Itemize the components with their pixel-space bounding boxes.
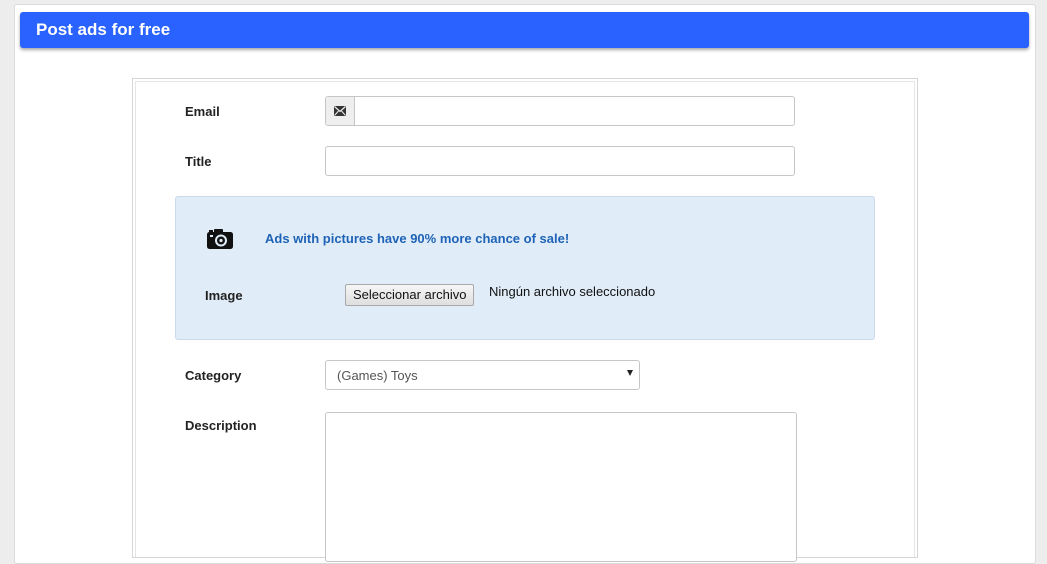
camera-icon	[206, 228, 234, 250]
page-header: Post ads for free	[20, 12, 1029, 48]
category-label: Category	[185, 368, 242, 383]
image-promo-text: Ads with pictures have 90% more chance o…	[265, 231, 570, 246]
image-label: Image	[205, 288, 243, 303]
email-input[interactable]	[355, 97, 794, 125]
email-label: Email	[185, 104, 220, 119]
title-label: Title	[185, 154, 212, 169]
email-input-group	[325, 96, 795, 126]
image-upload-panel	[175, 196, 875, 340]
title-input[interactable]	[325, 146, 795, 176]
choose-file-button[interactable]: Seleccionar archivo	[345, 284, 475, 306]
page-title: Post ads for free	[36, 20, 171, 39]
caret-down-icon	[627, 370, 633, 376]
envelope-icon	[326, 97, 355, 125]
file-status-text: Ningún archivo seleccionado	[489, 284, 656, 299]
description-label: Description	[185, 418, 257, 433]
description-textarea[interactable]	[325, 412, 797, 562]
category-selected-value: (Games) Toys	[337, 367, 418, 383]
category-select[interactable]: (Games) Toys	[325, 360, 640, 390]
